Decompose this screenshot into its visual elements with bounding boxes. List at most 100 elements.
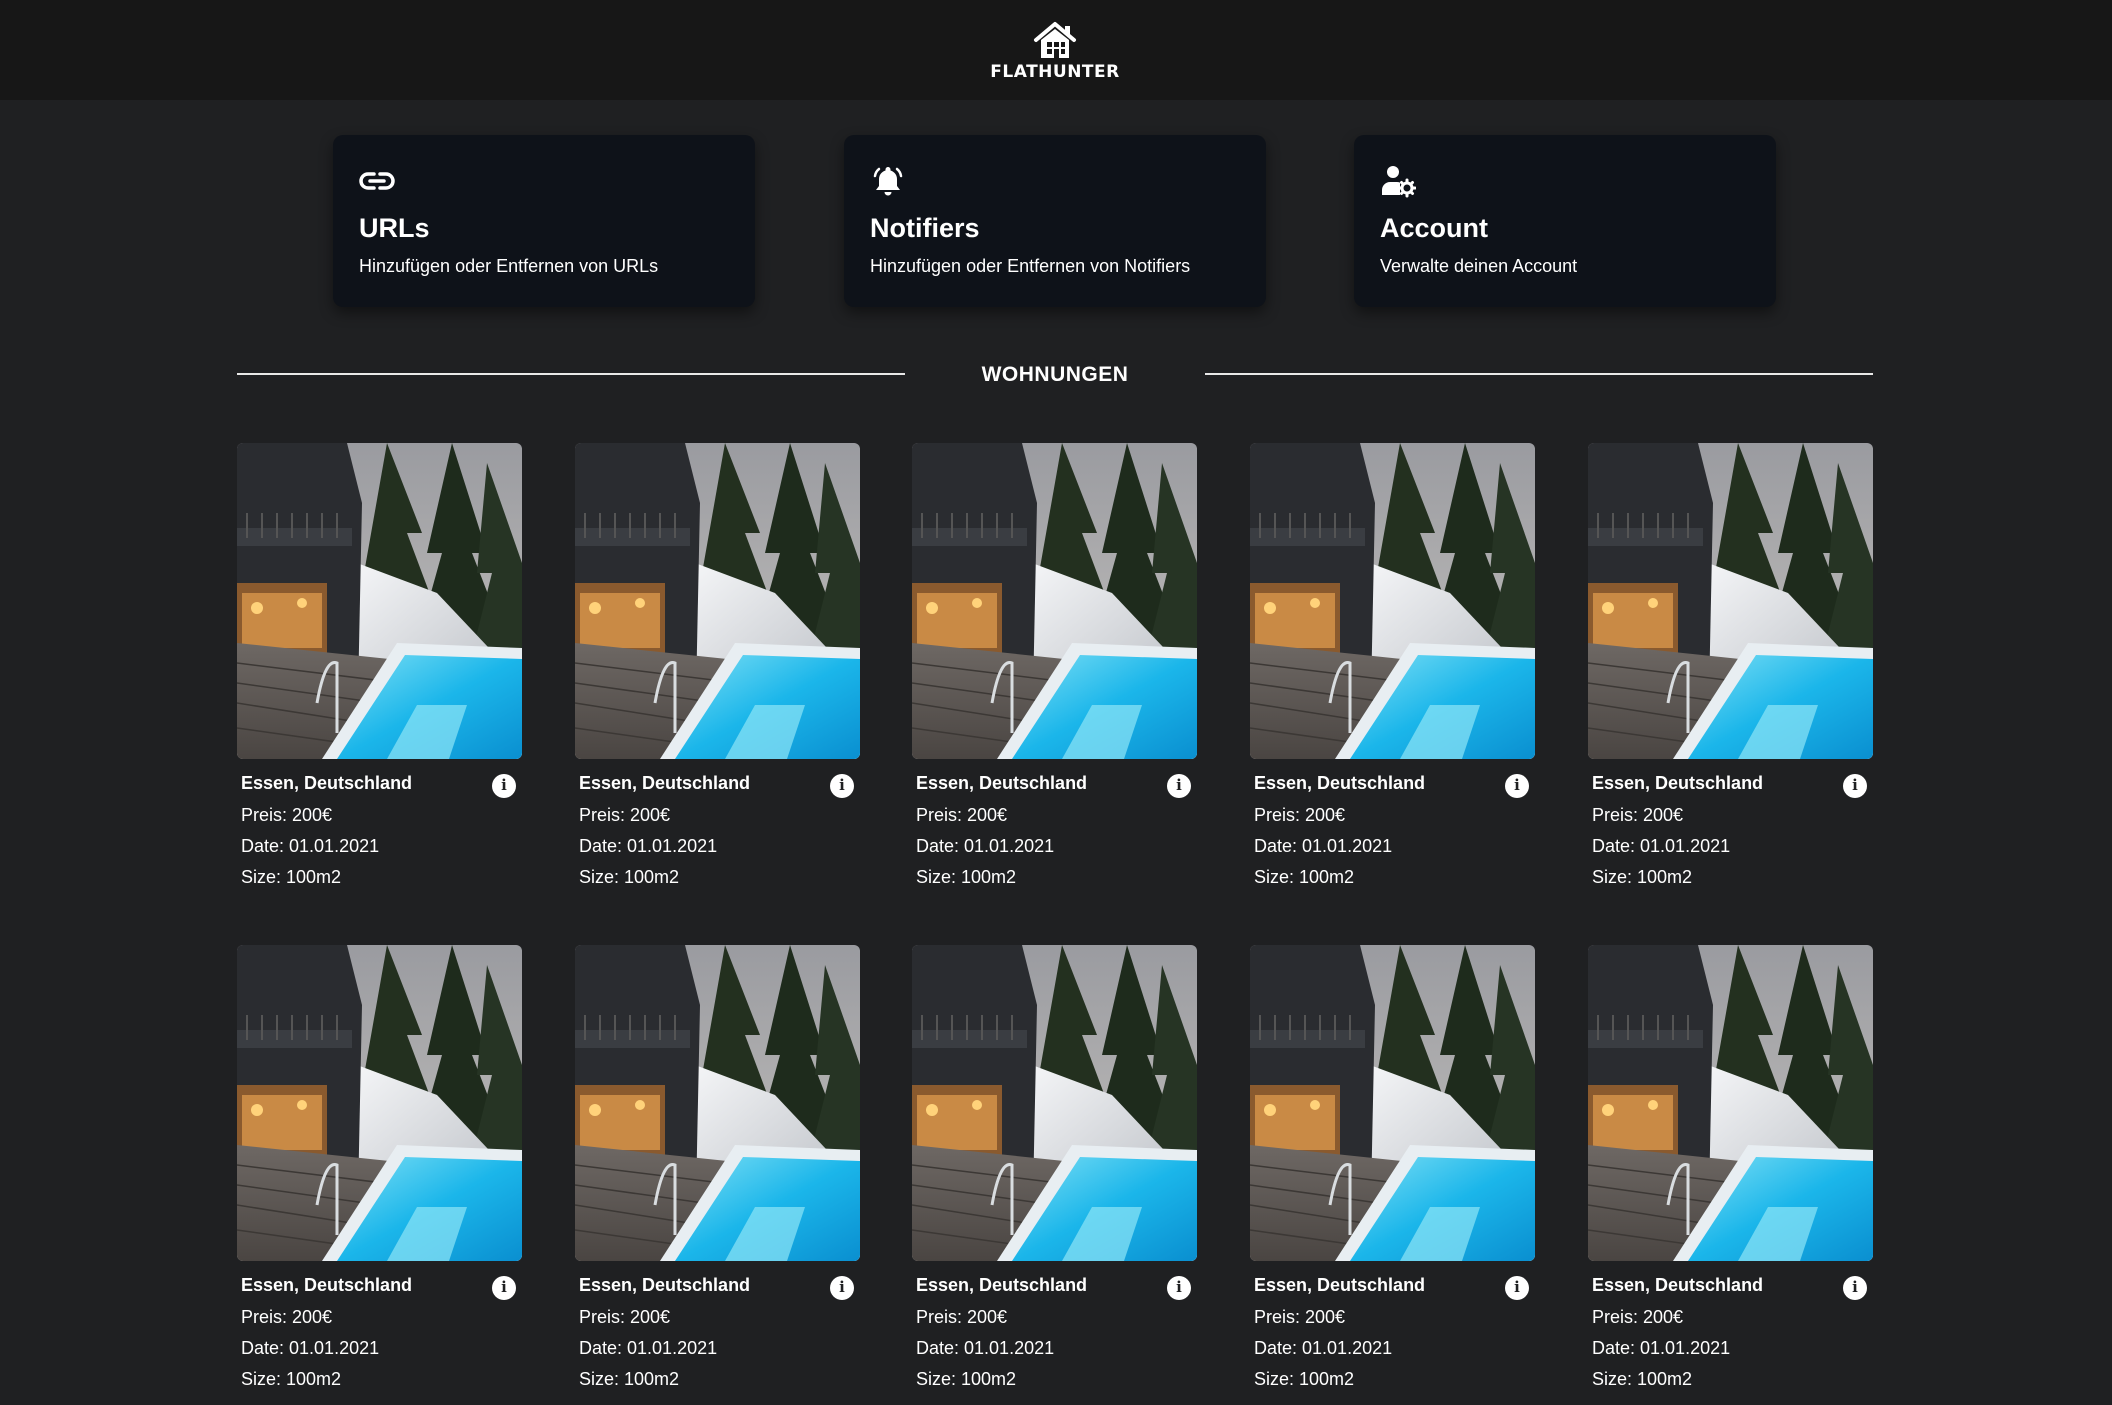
flat-card: Essen, Deutschland i Preis: 200€ Date: 0… xyxy=(575,945,860,1405)
flat-location: Essen, Deutschland xyxy=(241,773,413,793)
flat-size: Size: 100m2 xyxy=(579,867,680,887)
flat-location: Essen, Deutschland xyxy=(1592,773,1764,793)
flat-date: Date: 01.01.2021 xyxy=(916,1338,1055,1358)
flat-photo xyxy=(575,945,860,1261)
notifiers-card[interactable]: Notifiers Hinzufügen oder Entfernen von … xyxy=(844,135,1266,307)
card-description: Hinzufügen oder Entfernen von URLs xyxy=(359,256,659,276)
flat-date: Date: 01.01.2021 xyxy=(241,1338,380,1358)
flat-image[interactable] xyxy=(912,945,1197,1261)
divider-right xyxy=(1205,373,1873,375)
flat-price: Preis: 200€ xyxy=(916,1307,1008,1327)
flat-date: Date: 01.01.2021 xyxy=(916,836,1055,856)
flat-photo xyxy=(912,443,1197,759)
card-title: Account xyxy=(1380,213,1488,243)
info-icon[interactable]: i xyxy=(492,774,516,798)
flat-image[interactable] xyxy=(575,443,860,759)
house-logo-icon xyxy=(1034,22,1076,58)
flat-photo xyxy=(1588,443,1873,759)
flat-card: Essen, Deutschland i Preis: 200€ Date: 0… xyxy=(912,443,1197,903)
flat-price: Preis: 200€ xyxy=(241,805,333,825)
flat-location: Essen, Deutschland xyxy=(579,773,751,793)
flat-price: Preis: 200€ xyxy=(1592,805,1684,825)
link-icon xyxy=(359,172,395,190)
flat-image[interactable] xyxy=(237,945,522,1261)
logo-text: FLATHUNTER xyxy=(990,62,1120,82)
flat-photo xyxy=(237,945,522,1261)
flat-location: Essen, Deutschland xyxy=(1592,1275,1764,1295)
flat-image[interactable] xyxy=(1250,945,1535,1261)
top-bar: FLATHUNTER xyxy=(0,0,2112,100)
flat-date: Date: 01.01.2021 xyxy=(1592,1338,1731,1358)
flat-card: Essen, Deutschland i Preis: 200€ Date: 0… xyxy=(237,443,522,903)
flat-size: Size: 100m2 xyxy=(916,1369,1017,1389)
flat-image[interactable] xyxy=(1588,443,1873,759)
bell-icon xyxy=(873,167,903,196)
card-title: URLs xyxy=(359,213,430,243)
info-icon[interactable]: i xyxy=(1843,1276,1867,1300)
flat-card: Essen, Deutschland i Preis: 200€ Date: 0… xyxy=(1588,945,1873,1405)
flat-price: Preis: 200€ xyxy=(579,805,671,825)
flat-price: Preis: 200€ xyxy=(1592,1307,1684,1327)
flat-photo xyxy=(575,443,860,759)
info-icon[interactable]: i xyxy=(830,774,854,798)
flat-date: Date: 01.01.2021 xyxy=(1254,836,1393,856)
flat-photo xyxy=(1250,443,1535,759)
action-cards: URLs Hinzufügen oder Entfernen von URLs … xyxy=(0,135,2112,307)
flat-image[interactable] xyxy=(912,443,1197,759)
info-icon[interactable]: i xyxy=(1843,774,1867,798)
flat-image[interactable] xyxy=(237,443,522,759)
section-title: WOHNUNGEN xyxy=(981,363,1129,386)
account-card[interactable]: Account Verwalte deinen Account xyxy=(1354,135,1776,307)
flat-price: Preis: 200€ xyxy=(241,1307,333,1327)
flat-location: Essen, Deutschland xyxy=(579,1275,751,1295)
flat-card: Essen, Deutschland i Preis: 200€ Date: 0… xyxy=(1250,945,1535,1405)
info-icon[interactable]: i xyxy=(1167,1276,1191,1300)
flat-image[interactable] xyxy=(575,945,860,1261)
info-icon[interactable]: i xyxy=(492,1276,516,1300)
flat-size: Size: 100m2 xyxy=(241,867,342,887)
flathunter-logo[interactable]: FLATHUNTER xyxy=(990,20,1120,84)
flat-card: Essen, Deutschland i Preis: 200€ Date: 0… xyxy=(912,945,1197,1405)
divider-left xyxy=(237,373,905,375)
flat-location: Essen, Deutschland xyxy=(241,1275,413,1295)
flat-date: Date: 01.01.2021 xyxy=(1592,836,1731,856)
flat-size: Size: 100m2 xyxy=(1254,867,1355,887)
flat-location: Essen, Deutschland xyxy=(1254,1275,1426,1295)
flat-size: Size: 100m2 xyxy=(1592,1369,1693,1389)
flat-card: Essen, Deutschland i Preis: 200€ Date: 0… xyxy=(1250,443,1535,903)
flat-location: Essen, Deutschland xyxy=(1254,773,1426,793)
card-description: Hinzufügen oder Entfernen von Notifiers xyxy=(870,256,1191,276)
flat-image[interactable] xyxy=(1588,945,1873,1261)
flat-size: Size: 100m2 xyxy=(579,1369,680,1389)
flat-size: Size: 100m2 xyxy=(1592,867,1693,887)
card-title: Notifiers xyxy=(870,213,980,243)
info-icon[interactable]: i xyxy=(1505,1276,1529,1300)
flat-photo xyxy=(912,945,1197,1261)
flat-date: Date: 01.01.2021 xyxy=(1254,1338,1393,1358)
info-icon[interactable]: i xyxy=(1167,774,1191,798)
flat-location: Essen, Deutschland xyxy=(916,773,1088,793)
flat-location: Essen, Deutschland xyxy=(916,1275,1088,1295)
flat-card: Essen, Deutschland i Preis: 200€ Date: 0… xyxy=(237,945,522,1405)
flat-photo xyxy=(1250,945,1535,1261)
flat-photo xyxy=(1588,945,1873,1261)
flat-size: Size: 100m2 xyxy=(241,1369,342,1389)
flat-date: Date: 01.01.2021 xyxy=(579,836,718,856)
flat-photo xyxy=(237,443,522,759)
flat-price: Preis: 200€ xyxy=(1254,1307,1346,1327)
flat-price: Preis: 200€ xyxy=(1254,805,1346,825)
flat-price: Preis: 200€ xyxy=(579,1307,671,1327)
info-icon[interactable]: i xyxy=(1505,774,1529,798)
flat-date: Date: 01.01.2021 xyxy=(579,1338,718,1358)
user-gear-icon xyxy=(1382,166,1416,198)
flat-card: Essen, Deutschland i Preis: 200€ Date: 0… xyxy=(1588,443,1873,903)
flat-size: Size: 100m2 xyxy=(1254,1369,1355,1389)
flat-card: Essen, Deutschland i Preis: 200€ Date: 0… xyxy=(575,443,860,903)
flat-image[interactable] xyxy=(1250,443,1535,759)
flat-price: Preis: 200€ xyxy=(916,805,1008,825)
urls-card[interactable]: URLs Hinzufügen oder Entfernen von URLs xyxy=(333,135,755,307)
info-icon[interactable]: i xyxy=(830,1276,854,1300)
flat-date: Date: 01.01.2021 xyxy=(241,836,380,856)
flat-size: Size: 100m2 xyxy=(916,867,1017,887)
card-description: Verwalte deinen Account xyxy=(1380,256,1578,276)
